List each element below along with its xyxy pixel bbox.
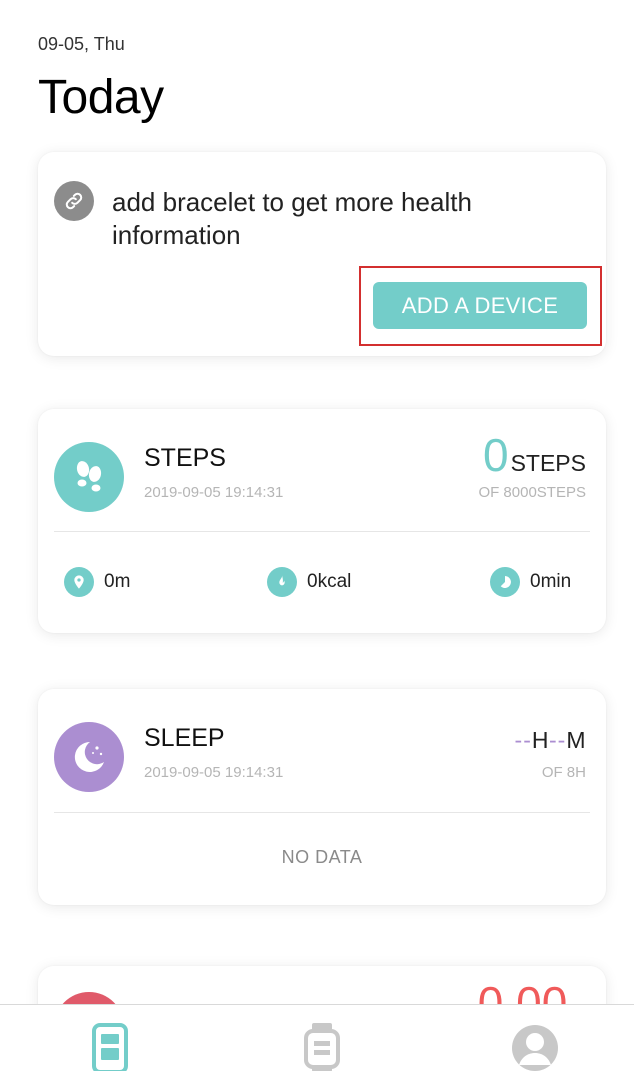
steps-unit: STEPS [510,450,586,476]
location-pin-icon [64,567,94,597]
flame-icon [267,567,297,597]
sleep-label: SLEEP [144,724,225,752]
calories-value: 0kcal [307,571,352,592]
duration-value: 0min [530,571,572,592]
profile-tab-icon [512,1025,558,1071]
steps-timestamp: 2019-09-05 19:14:31 [144,484,284,501]
distance-metric: 0m [64,567,130,597]
clock-icon [490,567,520,597]
sleep-value: --H--M [515,727,586,754]
moon-icon [54,722,124,792]
tab-me[interactable] [509,1023,561,1071]
sleep-minutes-dash: -- [549,727,567,753]
steps-card[interactable]: STEPS 2019-09-05 19:14:31 0 STEPS OF 800… [38,409,606,633]
sleep-goal: OF 8H [541,764,586,781]
tab-bar [0,1004,634,1071]
steps-goal: OF 8000STEPS [478,484,586,501]
duration-metric: 0min [490,567,571,597]
footprints-icon [54,442,124,512]
steps-label: STEPS [144,444,226,472]
add-device-card: add bracelet to get more health informat… [38,152,606,356]
sleep-minutes-unit: M [566,727,586,753]
sleep-card[interactable]: SLEEP 2019-09-05 19:14:31 --H--M OF 8H N… [38,689,606,905]
tab-today[interactable] [84,1023,136,1071]
sleep-hours-unit: H [531,727,549,753]
page-title: Today [38,71,164,124]
tab-device[interactable] [296,1023,348,1071]
distance-value: 0m [104,571,131,592]
device-message: add bracelet to get more health informat… [112,187,472,250]
add-device-button[interactable]: ADD A DEVICE [373,282,587,329]
sleep-timestamp: 2019-09-05 19:14:31 [144,764,284,781]
steps-count: 0 [482,429,509,481]
calories-metric: 0kcal [267,567,351,597]
divider [54,531,590,532]
steps-value: 0 STEPS [483,427,586,483]
sleep-hours-dash: -- [514,727,532,753]
divider [54,812,590,813]
link-icon [54,181,94,221]
today-tab-icon [92,1023,128,1071]
no-data-label: NO DATA [281,847,363,867]
date-label: 09-05, Thu [38,34,125,54]
watch-tab-icon [304,1023,340,1071]
